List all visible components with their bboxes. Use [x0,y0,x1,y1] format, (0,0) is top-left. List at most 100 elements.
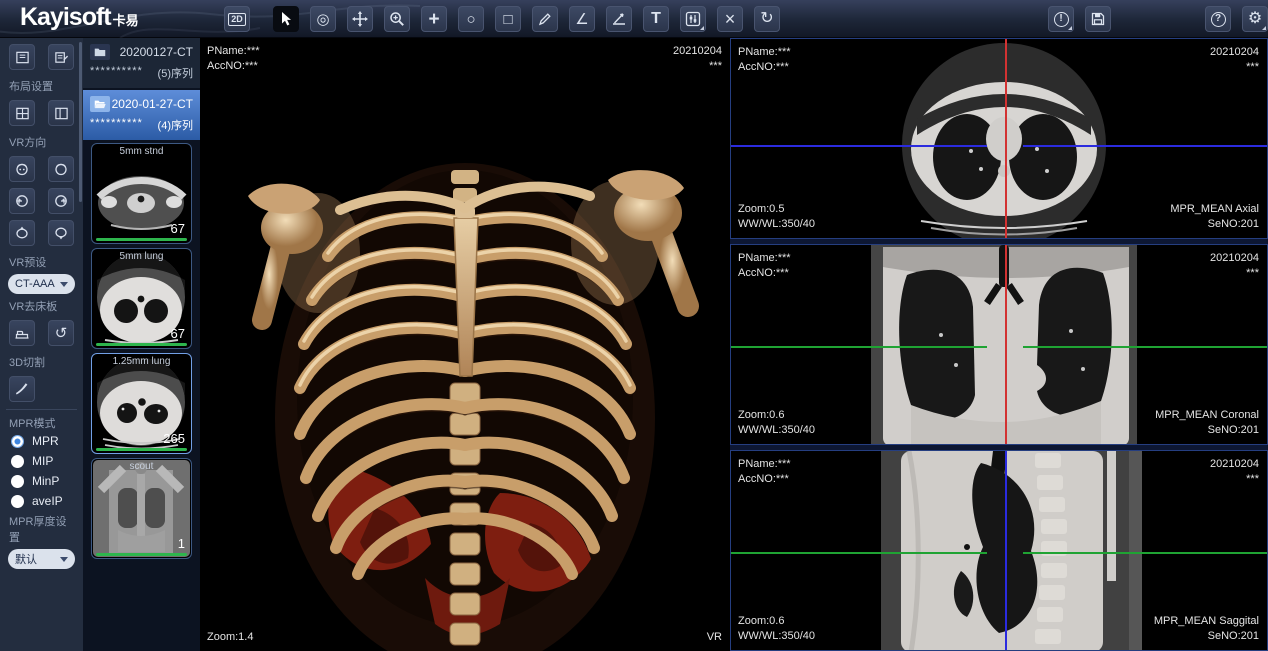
masked-value: *** [1210,472,1259,487]
mpr-sagittal-viewport[interactable]: PName:***AccNO:*** 20210204*** Zoom:0.6W… [730,450,1268,651]
study-date: 2020-01-27-CT [112,97,193,111]
view-mode: MPR_MEAN Saggital [1154,614,1259,629]
info-button[interactable]: ! [1048,6,1074,32]
reset-tool-button[interactable]: ↻ [754,6,780,32]
series-thumbnail-scout[interactable]: scout 1 [91,458,192,559]
study-item[interactable]: 20200127-CT ********** (5)序列 [83,38,200,88]
logo-cn-text: 卡易 [113,10,139,29]
vr-preset-select[interactable]: CT-AAA [8,274,75,294]
layout-grid-button[interactable] [9,100,35,126]
layout-grid-icon [15,106,30,121]
settings-button[interactable]: ⚙ [1242,6,1268,32]
thumbnail-image-count: 265 [163,431,185,446]
thumbnail-label: 1.25mm lung [92,356,191,367]
vr-direction-label: VR方向 [0,132,83,150]
patient-name: PName:*** [207,44,260,59]
mpr-mode-radio-mpr[interactable]: MPR [0,431,83,451]
radio-selected-icon [11,435,24,448]
accession-number: AccNO:*** [207,59,260,74]
head-anterior-icon [14,161,30,177]
layout-single-button[interactable] [9,44,35,70]
ct-viewer-app: Kayisoft卡易 2D ◎ [0,0,1268,651]
vr-head-posterior-button[interactable] [48,156,74,182]
series-thumbnail-stnd[interactable]: 5mm stnd 67 [91,143,192,244]
pan-tool-button[interactable] [347,6,373,32]
zoom-in-tool-button[interactable] [384,6,410,32]
rotate-tool-button[interactable]: ◎ [310,6,336,32]
text-icon: T [651,11,661,27]
crosshair-tool-button[interactable]: + [421,6,447,32]
mpr-coronal-viewport[interactable]: PName:***AccNO:*** 20210204*** Zoom:0.6W… [730,244,1268,445]
series-thumbnail-125mm-lung[interactable]: 1.25mm lung 265 [91,353,192,454]
vr-overlay-bottomright: VR [707,630,722,645]
measure-tool-button[interactable] [532,6,558,32]
coronal-crosshair-vertical[interactable] [1005,245,1007,444]
rotate-icon: ◎ [316,12,329,27]
vr-3d-viewport[interactable]: PName:*** AccNO:*** 20210204 *** Zoom:1.… [200,38,730,651]
thumbnail-image-count: 67 [171,326,185,341]
series-count: (4)序列 [158,117,193,133]
ellipse-tool-button[interactable]: ○ [458,6,484,32]
radio-label: MinP [32,474,59,488]
series-number: SeNO:201 [1155,423,1259,438]
select-tool-button[interactable] [273,6,299,32]
cobb-angle-tool-button[interactable] [606,6,632,32]
coronal-crosshair-horizontal-left[interactable] [731,346,987,348]
help-button[interactable]: ? [1205,6,1231,32]
sagittal-crosshair-horizontal-right[interactable] [1023,552,1267,554]
radio-label: MPR [32,434,59,448]
zoom-in-icon [389,11,405,27]
report-tool-group: ! [1048,6,1111,32]
coronal-crosshair-horizontal-right[interactable] [1023,346,1267,348]
cut-3d-label: 3D切割 [0,352,83,370]
window-level: WW/WL:350/40 [738,217,815,232]
mpr-axial-viewport[interactable]: PName:***AccNO:*** 20210204*** Zoom:0.5W… [730,38,1268,239]
bed-reset-button[interactable]: ↺ [48,320,74,346]
thumbnail-image-count: 67 [171,221,185,236]
rectangle-tool-button[interactable]: □ [495,6,521,32]
accession-number: AccNO:*** [738,472,791,487]
text-tool-button[interactable]: T [643,6,669,32]
remove-bed-button[interactable] [9,320,35,346]
pencil-icon [537,11,553,27]
thumbnail-label: 5mm lung [92,251,191,262]
vr-head-left-button[interactable] [9,188,35,214]
series-thumbnail-5mm-lung[interactable]: 5mm lung 67 [91,248,192,349]
mpr-mode-radio-minp[interactable]: MinP [0,471,83,491]
mpr-mode-radio-aveip[interactable]: aveIP [0,491,83,511]
scalpel-button[interactable] [9,376,35,402]
mpr-thickness-select[interactable]: 默认 [8,549,75,569]
layout-edit-button[interactable] [48,44,74,70]
angle-icon: ∠ [575,12,588,27]
vr-head-anterior-button[interactable] [9,156,35,182]
vr-head-right-button[interactable] [48,188,74,214]
layout-split-button[interactable] [48,100,74,126]
study-date: 20210204 [673,44,722,59]
axial-crosshair-horizontal-left[interactable] [731,145,987,147]
mpr-column: PName:***AccNO:*** 20210204*** Zoom:0.5W… [730,38,1268,651]
angle-tool-button[interactable]: ∠ [569,6,595,32]
reset-icon: ↻ [760,11,773,27]
study-item-selected[interactable]: 2020-01-27-CT ********** (4)序列 [83,90,200,140]
sagittal-crosshair-horizontal-left[interactable] [731,552,987,554]
main-tool-group: 2D ◎ [224,6,780,32]
sagittal-crosshair-vertical[interactable] [1005,451,1007,650]
vr-head-inferior-button[interactable] [48,220,74,246]
axial-crosshair-horizontal-right[interactable] [1023,145,1267,147]
layout-2d-button[interactable]: 2D [224,6,250,32]
app-logo: Kayisoft卡易 [20,3,139,32]
cursor-icon [278,11,294,27]
save-button[interactable] [1085,6,1111,32]
info-icon: ! [1054,12,1069,27]
axial-crosshair-vertical[interactable] [1005,39,1007,238]
dropdown-corner-indicator [700,26,704,30]
vr-bed-removal-label: VR去床板 [0,296,83,314]
vr-head-superior-button[interactable] [9,220,35,246]
window-level-tool-button[interactable] [680,6,706,32]
delete-tool-button[interactable]: × [717,6,743,32]
crosshair-icon: + [428,10,439,29]
sidebar-scrollbar[interactable] [79,42,82,202]
sidebar-divider [6,409,77,410]
thumbnail-progress-bar [96,238,187,241]
mpr-mode-radio-mip[interactable]: MIP [0,451,83,471]
